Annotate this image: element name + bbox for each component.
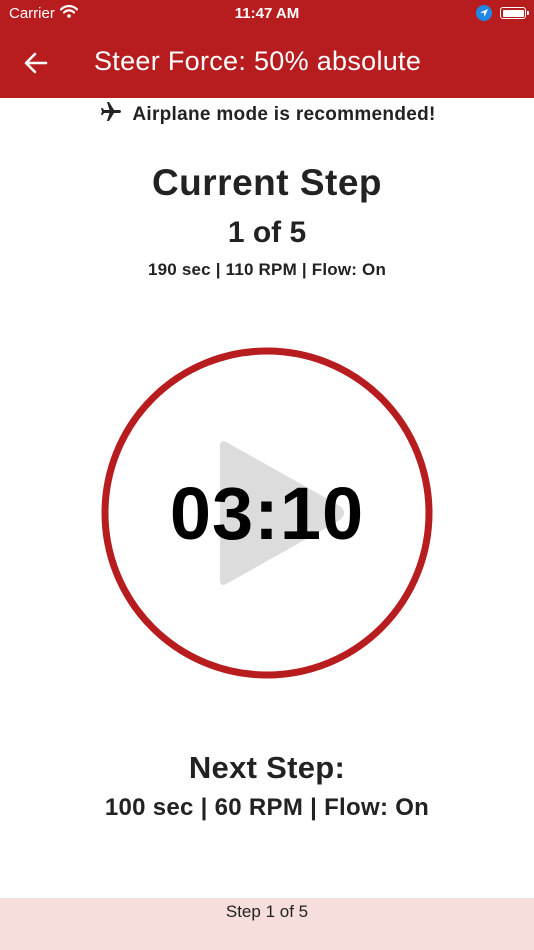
current-step-details: 190 sec | 110 RPM | Flow: On (147, 260, 387, 279)
footer-step-progress: Step 1 of 5 (225, 902, 309, 921)
airplane-notice-text: Airplane mode is recommended! (132, 103, 436, 125)
location-icon (476, 5, 492, 21)
timer-button[interactable]: 03:10 (100, 346, 434, 680)
app-header: Carrier 11:47 AM Steer Force: 50% absolu… (0, 0, 534, 98)
next-step-details: 100 sec | 60 RPM | Flow: On (104, 794, 430, 821)
airplane-icon (98, 100, 124, 129)
status-bar: Carrier 11:47 AM (0, 0, 534, 28)
arrow-left-icon (24, 52, 48, 74)
current-step-title: Current Step (151, 162, 383, 203)
page-title: Steer Force: 50% absolute (94, 46, 422, 76)
next-step-title: Next Step: (188, 750, 346, 785)
battery-icon (500, 7, 529, 19)
status-time: 11:47 AM (234, 5, 300, 22)
back-button[interactable] (18, 45, 54, 81)
status-indicators (476, 5, 529, 21)
airplane-notice: Airplane mode is recommended! (0, 100, 534, 129)
current-step-count: 1 of 5 (227, 216, 307, 249)
timer-display: 03:10 (169, 471, 365, 555)
footer-bar: Step 1 of 5 (0, 898, 534, 950)
